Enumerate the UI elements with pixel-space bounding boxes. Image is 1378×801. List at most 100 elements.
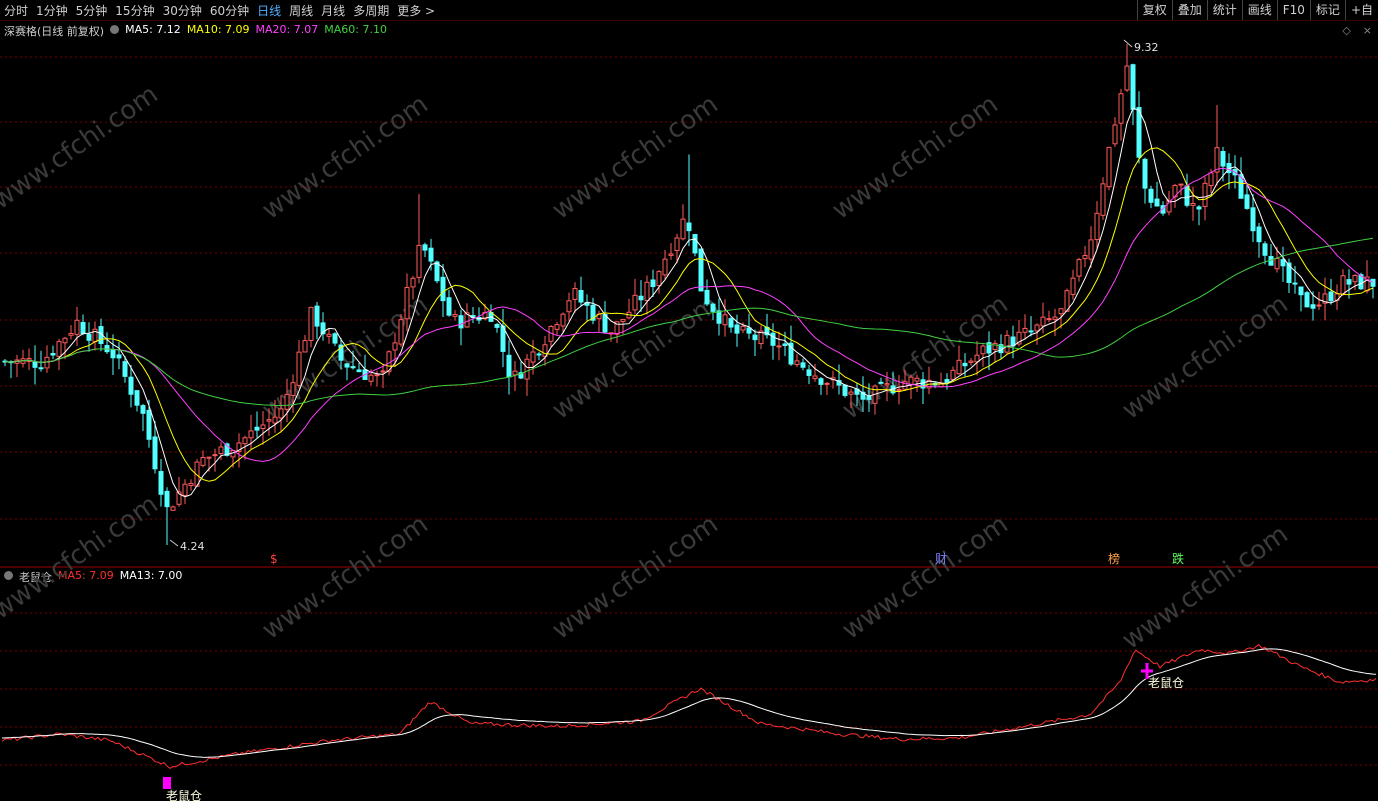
candle-body	[1262, 243, 1268, 256]
candle-body	[1088, 239, 1094, 260]
candle-body	[950, 369, 956, 380]
candle-body	[824, 382, 830, 385]
candle-body	[1094, 212, 1100, 241]
candle-body	[1034, 324, 1040, 332]
candle-body	[752, 334, 758, 341]
event-marker: 榜	[1108, 551, 1120, 566]
candle-body	[1046, 318, 1052, 321]
candle-body	[572, 288, 578, 300]
candle-body	[560, 313, 566, 327]
candle-body	[1214, 147, 1220, 173]
candle-body	[1256, 226, 1262, 243]
candle-body	[266, 419, 272, 422]
indicator-ma13-line	[1, 648, 1377, 758]
candle-body	[1274, 258, 1280, 270]
candle-body	[422, 244, 428, 251]
candle-body	[452, 313, 458, 317]
candle-body	[884, 383, 890, 386]
candle-body	[272, 416, 278, 424]
event-marker: 财	[935, 552, 947, 566]
candle-body	[86, 333, 92, 341]
candle-body	[332, 333, 338, 344]
watermark-text: www.cfchi.com	[837, 509, 1014, 645]
candle-body	[1004, 334, 1010, 353]
candle-body	[1136, 107, 1142, 158]
candle-body	[1052, 316, 1058, 320]
candle-body	[200, 456, 206, 466]
candle-body	[428, 247, 434, 262]
candle-body	[1208, 172, 1214, 186]
candle-body	[1058, 308, 1064, 315]
candle-body	[218, 446, 224, 455]
candle-body	[686, 222, 692, 232]
candle-body	[848, 391, 854, 395]
event-marker: $	[270, 552, 278, 566]
candle-body	[698, 248, 704, 292]
watermark-text: www.cfchi.com	[257, 89, 434, 225]
candle-body	[38, 367, 44, 370]
candle-body	[788, 342, 794, 365]
candle-body	[458, 315, 464, 329]
low-price-label: 4.24	[180, 540, 205, 553]
candle-body	[962, 362, 968, 367]
candle-body	[302, 340, 308, 353]
candle-body	[212, 454, 218, 457]
candle-body	[290, 382, 296, 396]
candle-body	[716, 310, 722, 324]
candle-body	[512, 370, 518, 376]
watermark-text: www.cfchi.com	[1117, 289, 1294, 425]
candle-body	[404, 287, 410, 320]
candle-body	[356, 369, 362, 373]
candle-body	[1316, 304, 1322, 307]
candle-body	[248, 430, 254, 439]
candle-body	[1196, 206, 1202, 210]
candle-body	[1142, 158, 1148, 189]
candle-body	[1304, 292, 1310, 308]
candle-body	[110, 349, 116, 359]
watermark-text: www.cfchi.com	[0, 79, 164, 215]
candle-body	[170, 506, 176, 511]
candle-body	[740, 325, 746, 331]
candle-body	[374, 374, 380, 377]
candle-body	[1352, 274, 1358, 283]
candle-body	[866, 395, 872, 400]
candle-body	[638, 295, 644, 301]
watermark-text: www.cfchi.com	[1117, 519, 1294, 655]
candle-body	[188, 482, 194, 486]
candle-body	[566, 300, 572, 313]
candle-body	[1076, 259, 1082, 277]
candle-body	[674, 237, 680, 251]
candle-body	[914, 377, 920, 382]
candle-body	[308, 306, 314, 341]
candle-body	[728, 318, 734, 328]
candle-body	[806, 369, 812, 376]
candle-body	[704, 289, 710, 305]
candle-body	[1250, 207, 1256, 232]
candle-body	[554, 324, 560, 330]
candle-body	[1280, 259, 1286, 267]
kline-chart[interactable]: www.cfchi.com www.cfchi.com www.cfchi.com w…	[0, 0, 1378, 801]
candle-body	[1328, 291, 1334, 302]
candle-body	[1346, 279, 1352, 285]
candle-body	[1112, 124, 1118, 145]
candle-body	[602, 314, 608, 333]
candle-body	[1118, 93, 1124, 124]
candle-body	[344, 363, 350, 368]
candle-body	[1244, 194, 1250, 209]
candle-body	[326, 333, 332, 337]
candle-body	[296, 351, 302, 386]
candle-body	[50, 353, 56, 356]
candle-body	[380, 370, 386, 373]
candle-body	[1130, 64, 1136, 110]
watermark-text: www.cfchi.com	[0, 489, 164, 625]
signal-marker	[163, 777, 171, 789]
candle-body	[68, 333, 74, 336]
candle-body	[1028, 330, 1034, 333]
candle-body	[32, 361, 38, 368]
candle-body	[158, 471, 164, 495]
candle-body	[164, 490, 170, 508]
candle-body	[1202, 182, 1208, 207]
candle-body	[1100, 183, 1106, 216]
candle-body	[908, 376, 914, 385]
candle-body	[1154, 198, 1160, 207]
